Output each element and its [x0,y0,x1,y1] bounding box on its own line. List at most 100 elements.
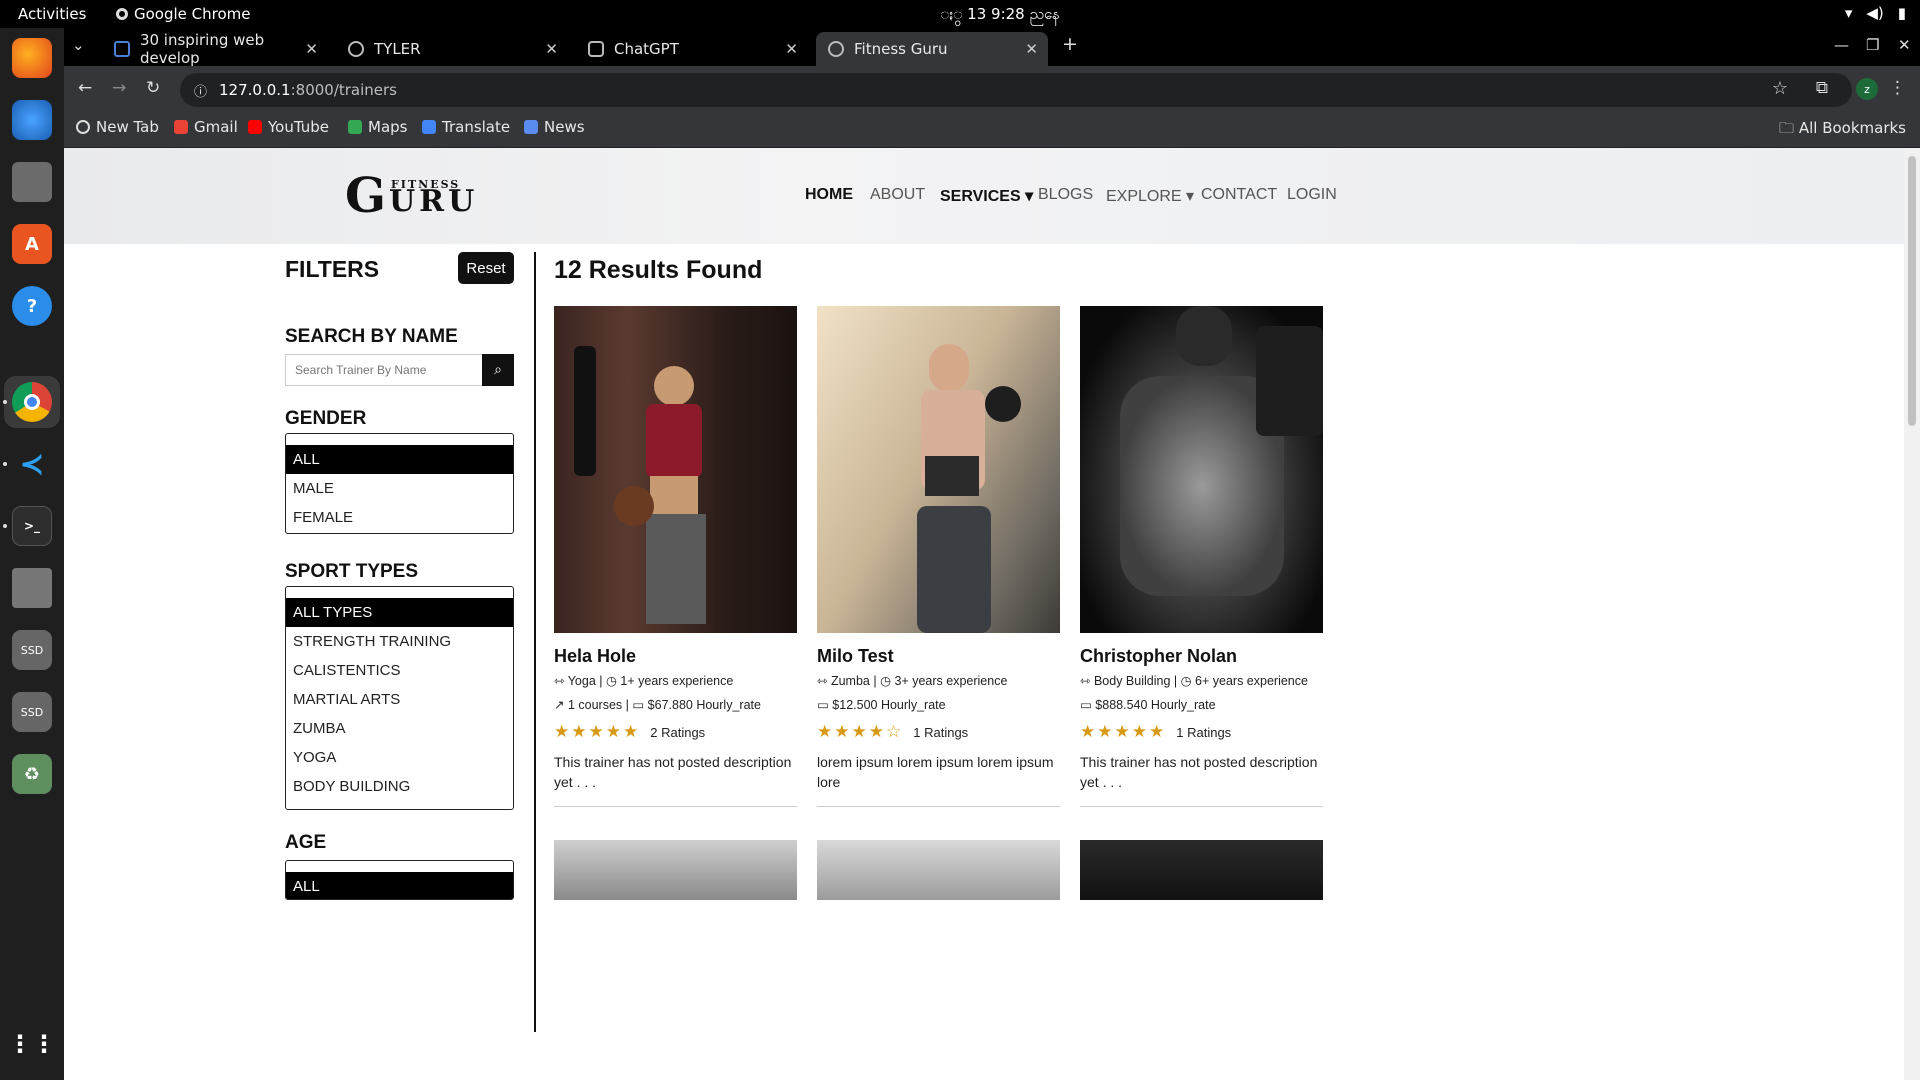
caret-down-icon: ▾ [1020,188,1034,205]
nav-home[interactable]: HOME [805,186,853,204]
close-tab-icon[interactable]: ✕ [305,40,318,58]
favicon-icon [114,41,130,57]
trainer-photo[interactable] [817,306,1060,633]
age-option[interactable]: ALL [286,872,513,899]
activities-button[interactable]: Activities [18,5,86,23]
rating-stars: ★ ★ ★ ★ ★ 2 Ratings [554,722,705,742]
maximize-window-icon[interactable]: ❐ [1866,36,1879,54]
scrollbar-thumb[interactable] [1908,156,1916,426]
gender-option[interactable]: FEMALE [286,503,513,532]
tab-chatgpt[interactable]: ChatGPT ✕ [576,32,808,66]
bookmark-translate[interactable]: Translate [422,118,510,136]
forward-icon[interactable]: → [112,78,126,98]
tab-tyler[interactable]: TYLER ✕ [336,32,568,66]
gender-title: GENDER [285,408,367,429]
gender-option[interactable]: ALL [286,445,513,474]
search-button[interactable]: ⌕ [482,354,514,386]
dumbbell-icon: ⇿ [817,674,828,688]
tab-fitness-guru[interactable]: Fitness Guru ✕ [816,32,1048,66]
search-input[interactable]: Search Trainer By Name [285,354,482,386]
sport-types-select[interactable]: ALL TYPES STRENGTH TRAINING CALISTENTICS… [285,586,514,810]
page-scrollbar[interactable] [1904,148,1920,1080]
ssd-drive-icon[interactable]: SSD [12,630,52,670]
address-bar[interactable]: ⓘ 127.0.0.1:8000/trainers [180,73,1852,107]
age-select[interactable]: ALL [285,860,514,900]
chrome-icon [116,8,128,20]
sport-option[interactable]: MARTIAL ARTS [286,685,513,714]
tab-label: ChatGPT [614,40,679,58]
bookmark-gmail[interactable]: Gmail [174,118,238,136]
nav-contact[interactable]: CONTACT [1201,186,1277,204]
vscode-icon[interactable]: ≺ [12,444,52,484]
chrome-menu-icon[interactable]: ⋮ [1889,78,1906,98]
sport-option[interactable]: CALISTENTICS [286,656,513,685]
help-icon[interactable]: ? [12,286,52,326]
nav-explore[interactable]: EXPLORE ▾ [1106,186,1194,206]
bookmark-maps[interactable]: Maps [348,118,407,136]
trainer-card[interactable]: Hela Hole ⇿ Yoga | ◷ 1+ years experience… [554,306,797,807]
show-apps-icon[interactable]: ⋮⋮ [8,1024,56,1064]
sport-option[interactable]: STRENGTH TRAINING [286,627,513,656]
nav-blogs[interactable]: BLOGS [1038,186,1093,204]
trainer-photo[interactable] [1080,306,1323,633]
bookmark-star-icon[interactable]: ☆ [1772,78,1788,99]
system-tray[interactable]: ▾ ◀) ▮ [1845,4,1906,22]
trainer-name[interactable]: Christopher Nolan [1080,646,1237,667]
trash-icon[interactable]: ♻ [12,754,52,794]
translate-icon [422,120,436,134]
new-tab-button[interactable]: + [1062,33,1078,55]
chatgpt-icon [588,41,604,57]
trainer-name[interactable]: Milo Test [817,646,894,667]
tab-label: Fitness Guru [854,40,948,58]
bookmark-news[interactable]: News [524,118,585,136]
filters-title: FILTERS [285,256,380,282]
text-editor-icon[interactable] [12,568,52,608]
chrome-dock-icon[interactable] [12,382,52,422]
profile-avatar[interactable]: z [1856,78,1878,100]
active-app-menu[interactable]: Google Chrome [116,5,251,23]
firefox-icon[interactable] [12,38,52,78]
files-icon[interactable] [12,162,52,202]
all-bookmarks-button[interactable]: 🗀 All Bookmarks [1779,118,1906,143]
nav-services[interactable]: SERVICES ▾ [940,186,1033,206]
close-tab-icon[interactable]: ✕ [1025,40,1038,58]
minimize-window-icon[interactable]: — [1834,36,1849,54]
sport-option[interactable]: BODY BUILDING [286,772,513,801]
trainer-name[interactable]: Hela Hole [554,646,636,667]
trainer-photo[interactable] [1080,840,1323,900]
star-empty-icon: ☆ [886,722,902,742]
thunderbird-icon[interactable] [12,100,52,140]
volume-icon: ◀) [1866,4,1884,22]
ssd-drive-icon-2[interactable]: SSD [12,692,52,732]
reset-button[interactable]: Reset [458,252,514,284]
clock[interactable]: ႏွ 13 9:28 ညနေ [940,5,1060,27]
trainer-card[interactable]: Christopher Nolan ⇿ Body Building | ◷ 6+… [1080,306,1323,807]
back-icon[interactable]: ← [78,78,92,98]
trainer-photo[interactable] [554,306,797,633]
bookmark-new-tab[interactable]: New Tab [76,118,159,136]
app-center-icon[interactable]: A [12,224,52,264]
close-window-icon[interactable]: ✕ [1898,36,1911,54]
gender-option[interactable]: MALE [286,474,513,503]
trainer-card[interactable]: Milo Test ⇿ Zumba | ◷ 3+ years experienc… [817,306,1060,807]
site-info-icon[interactable]: ⓘ [194,81,207,100]
nav-services-label: SERVICES [940,188,1021,205]
nav-about[interactable]: ABOUT [870,186,925,204]
sport-option[interactable]: ZUMBA [286,714,513,743]
close-tab-icon[interactable]: ✕ [785,40,798,58]
bookmark-youtube[interactable]: YouTube [248,118,329,136]
sport-option[interactable]: ALL TYPES [286,598,513,627]
trainer-rate: $67.880 Hourly_rate [647,698,761,712]
nav-login[interactable]: LOGIN [1287,186,1337,204]
extensions-icon[interactable]: ⧉ [1816,78,1828,98]
gender-select[interactable]: ALL MALE FEMALE [285,433,514,534]
trainer-photo[interactable] [817,840,1060,900]
terminal-icon[interactable]: >_ [12,506,52,546]
clock-icon: ◷ [1180,674,1192,688]
tab-search-icon[interactable]: ⌄ [72,36,85,54]
tab-web-developer[interactable]: 30 inspiring web develop ✕ [102,31,328,67]
trainer-photo[interactable] [554,840,797,900]
sport-option[interactable]: YOGA [286,743,513,772]
reload-icon[interactable]: ↻ [146,78,160,98]
close-tab-icon[interactable]: ✕ [545,40,558,58]
